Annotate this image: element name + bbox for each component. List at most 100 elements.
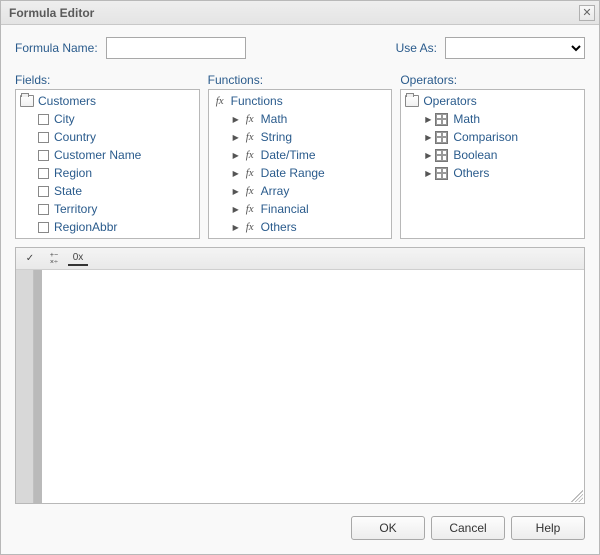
operator-icon — [435, 131, 448, 144]
cancel-button[interactable]: Cancel — [431, 516, 505, 540]
fields-panel: Fields: Customers City Country Customer … — [15, 73, 200, 239]
field-icon — [38, 114, 49, 125]
operators-root-label: Operators — [423, 94, 476, 108]
hex-button[interactable]: 0x — [68, 252, 88, 266]
operator-group[interactable]: ▶Others — [401, 164, 584, 182]
operator-label: Math — [453, 112, 480, 126]
function-group[interactable]: ▶fx Math — [209, 110, 392, 128]
operator-group[interactable]: ▶Comparison — [401, 128, 584, 146]
function-label: Date Range — [261, 166, 325, 180]
expand-icon[interactable]: ▶ — [423, 168, 433, 178]
operator-icon — [435, 113, 448, 126]
function-label: String — [261, 130, 292, 144]
function-group[interactable]: ▶fxDate/Time — [209, 146, 392, 164]
fx-icon: fx — [213, 95, 227, 107]
field-label: RegionAbbr — [54, 220, 117, 234]
function-group[interactable]: ▶fx Others — [209, 218, 392, 236]
field-item[interactable]: RegionAbbr — [16, 218, 199, 236]
field-item[interactable]: Territory — [16, 200, 199, 218]
operator-label: Boolean — [453, 148, 497, 162]
fields-label: Fields: — [15, 73, 200, 87]
functions-panel: Functions: fx Functions ▶fxMath ▶fxStrin… — [208, 73, 393, 239]
formula-editor-dialog: Formula Editor ✕ Formula Name: Use As: F… — [0, 0, 600, 555]
field-label: Territory — [54, 202, 97, 216]
expand-icon[interactable]: ▶ — [231, 186, 241, 196]
fields-root[interactable]: Customers — [16, 92, 199, 110]
function-group[interactable]: ▶fx String — [209, 128, 392, 146]
field-label: Country — [54, 130, 96, 144]
function-group[interactable]: ▶fx Financial — [209, 200, 392, 218]
function-group[interactable]: ▶fxArray — [209, 182, 392, 200]
expand-icon[interactable]: ▶ — [423, 114, 433, 124]
field-label: Region — [54, 166, 92, 180]
functions-root[interactable]: fx Functions — [209, 92, 392, 110]
function-group[interactable]: ▶fx — [209, 236, 392, 238]
help-button[interactable]: Help — [511, 516, 585, 540]
operators-root[interactable]: Operators — [401, 92, 584, 110]
operator-group[interactable]: ▶ Math — [401, 110, 584, 128]
validate-button[interactable]: ✓ — [20, 250, 40, 268]
formula-name-input[interactable] — [106, 37, 246, 59]
fx-icon: fx — [243, 113, 257, 125]
titlebar: Formula Editor ✕ — [1, 1, 599, 25]
dialog-buttons: OK Cancel Help — [15, 512, 585, 548]
formula-textarea[interactable] — [42, 270, 584, 503]
resize-grip-icon[interactable] — [571, 490, 583, 502]
functions-label: Functions: — [208, 73, 393, 87]
formula-name-label: Formula Name: — [15, 41, 98, 55]
field-item[interactable]: City — [16, 110, 199, 128]
operator-icon — [435, 167, 448, 180]
fx-icon: fx — [243, 221, 257, 233]
function-label: Array — [261, 184, 290, 198]
function-group[interactable]: ▶fx Date Range — [209, 164, 392, 182]
use-as-label: Use As: — [396, 41, 437, 55]
expand-icon[interactable]: ▶ — [231, 168, 241, 178]
function-label: Math — [261, 112, 288, 126]
fields-box: Customers City Country Customer Name Reg… — [15, 89, 200, 239]
fx-icon: fx — [243, 203, 257, 215]
field-item[interactable]: Region — [16, 164, 199, 182]
field-item[interactable]: State — [16, 182, 199, 200]
panels-row: Fields: Customers City Country Customer … — [15, 73, 585, 239]
functions-box: fx Functions ▶fxMath ▶fxString ▶fxDate/T… — [208, 89, 393, 239]
expand-icon[interactable]: ▶ — [231, 150, 241, 160]
expand-icon[interactable]: ▶ — [423, 132, 433, 142]
function-label: Others — [261, 220, 297, 234]
functions-root-label: Functions — [231, 94, 283, 108]
expand-icon[interactable]: ▶ — [231, 204, 241, 214]
field-label: Customer Name — [54, 148, 141, 162]
functions-tree[interactable]: fx Functions ▶fxMath ▶fxString ▶fxDate/T… — [209, 90, 392, 238]
use-as-select[interactable] — [445, 37, 585, 59]
fx-icon: fx — [243, 131, 257, 143]
top-row: Formula Name: Use As: — [15, 37, 585, 59]
formula-editor: ✓ +− ×÷ 0x — [15, 247, 585, 504]
check-icon: ✓ — [26, 253, 34, 264]
function-label: Financial — [261, 202, 309, 216]
hex-icon: 0x — [73, 252, 84, 263]
field-item[interactable]: Country — [16, 128, 199, 146]
ok-button[interactable]: OK — [351, 516, 425, 540]
editor-toolbar: ✓ +− ×÷ 0x — [16, 248, 584, 270]
field-icon — [38, 168, 49, 179]
field-item[interactable]: Customer Name — [16, 146, 199, 164]
fx-icon: fx — [243, 167, 257, 179]
operators-tree[interactable]: Operators ▶ Math ▶Comparison ▶ Boolean ▶Ot… — [401, 90, 584, 238]
dialog-content: Formula Name: Use As: Fields: Customers — [1, 25, 599, 554]
expand-icon[interactable]: ▶ — [231, 114, 241, 124]
expand-icon[interactable]: ▶ — [423, 150, 433, 160]
expand-icon[interactable]: ▶ — [231, 132, 241, 142]
operator-group[interactable]: ▶ Boolean — [401, 146, 584, 164]
field-icon — [38, 150, 49, 161]
fields-root-label: Customers — [38, 94, 96, 108]
field-icon — [38, 132, 49, 143]
fields-tree[interactable]: Customers City Country Customer Name Reg… — [16, 90, 199, 238]
close-icon[interactable]: ✕ — [579, 5, 595, 21]
dialog-title: Formula Editor — [9, 6, 579, 20]
operators-label: Operators: — [400, 73, 585, 87]
operators-box: Operators ▶ Math ▶Comparison ▶ Boolean ▶Ot… — [400, 89, 585, 239]
folder-icon — [20, 95, 34, 107]
expand-icon[interactable]: ▶ — [231, 222, 241, 232]
field-icon — [38, 204, 49, 215]
folder-icon — [405, 95, 419, 107]
insert-operator-button[interactable]: +− ×÷ — [44, 250, 64, 268]
